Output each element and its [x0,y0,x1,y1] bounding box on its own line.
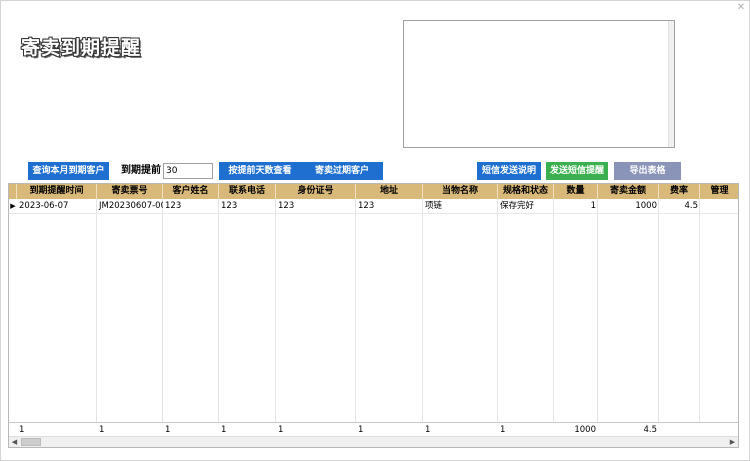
table-cell[interactable]: 4.5 [659,199,700,214]
sms-message-textarea[interactable] [403,20,675,148]
table-header: 到期提醒时间 寄卖票号 客户姓名 联系电话 身份证号 地址 当物名称 规格和状态 数量 寄卖金额费… [9,184,738,199]
expired-customers-button[interactable]: 寄卖过期客户 [301,162,383,180]
table-cell[interactable]: 1 [554,199,598,214]
current-row-indicator-icon: ▶ [10,202,16,210]
query-month-button[interactable]: 查询本月到期客户 [28,162,109,180]
grid-line [699,199,700,422]
grid-line [497,199,498,422]
page-title: 寄卖到期提醒 [21,37,142,59]
due-days-input[interactable]: 30 [163,163,213,179]
column-header[interactable]: 管理 [700,184,738,199]
grid-line [658,199,659,422]
table-cell[interactable]: 123 [163,199,219,214]
grid-line [597,199,598,422]
table-cell[interactable]: 123 [356,199,423,214]
close-icon[interactable]: ✕ [734,2,748,14]
grid-line [553,199,554,422]
table-cell[interactable]: 123 [219,199,276,214]
table-cell[interactable]: 2023-06-07 [17,199,97,214]
column-header[interactable]: 到期提醒时间 [17,184,97,199]
column-header[interactable]: 费率 [659,184,700,199]
horizontal-scrollbar[interactable]: ◀ ▶ [9,436,738,447]
sms-instructions-button[interactable]: 短信发送说明 [477,162,541,180]
column-header[interactable]: 数量 [554,184,598,199]
table-cell[interactable] [700,199,738,214]
column-header[interactable]: 当物名称 [423,184,498,199]
due-days-label: 到期提前 [121,165,161,176]
scrollbar-thumb[interactable] [21,438,41,446]
table-row[interactable]: ▶2023-06-07JM20230607-00001123123123123项… [9,199,738,214]
table-cell[interactable]: 123 [276,199,356,214]
grid-line [218,199,219,422]
table-cell[interactable]: 项链 [423,199,498,214]
grid-line [96,199,97,422]
grid-line [422,199,423,422]
scroll-right-icon[interactable]: ▶ [727,437,738,447]
column-header[interactable]: 寄卖票号 [97,184,163,199]
column-header[interactable]: 地址 [356,184,423,199]
grid-line [275,199,276,422]
export-table-button[interactable]: 导出表格 [614,162,681,180]
table-cell[interactable]: JM20230607-00001 [97,199,163,214]
column-header[interactable]: 规格和状态 [498,184,554,199]
row-indicator-header [9,184,17,199]
grid-line [162,199,163,422]
view-by-days-button[interactable]: 按提前天数查看 [219,162,301,180]
main-window: ✕ 寄卖到期提醒 查询本月到期客户 到期提前 30 按提前天数查看 寄卖过期客户… [0,0,750,461]
column-header[interactable]: 寄卖金额 [598,184,659,199]
reminder-table[interactable]: 到期提醒时间 寄卖票号 客户姓名 联系电话 身份证号 地址 当物名称 规格和状态 数量 寄卖金额费… [8,183,739,448]
send-sms-reminder-button[interactable]: 发送短信提醒 [546,162,608,180]
column-header[interactable]: 客户姓名 [163,184,219,199]
table-cell[interactable]: 保存完好 [498,199,554,214]
grid-line [355,199,356,422]
textarea-scrollbar[interactable] [668,21,674,147]
scroll-left-icon[interactable]: ◀ [9,437,20,447]
column-header[interactable]: 联系电话 [219,184,276,199]
table-summary-row: 1 1 1 1 1 1 1 1 1000 4.5 [9,422,738,437]
table-cell[interactable]: 1000 [598,199,659,214]
column-header[interactable]: 身份证号 [276,184,356,199]
